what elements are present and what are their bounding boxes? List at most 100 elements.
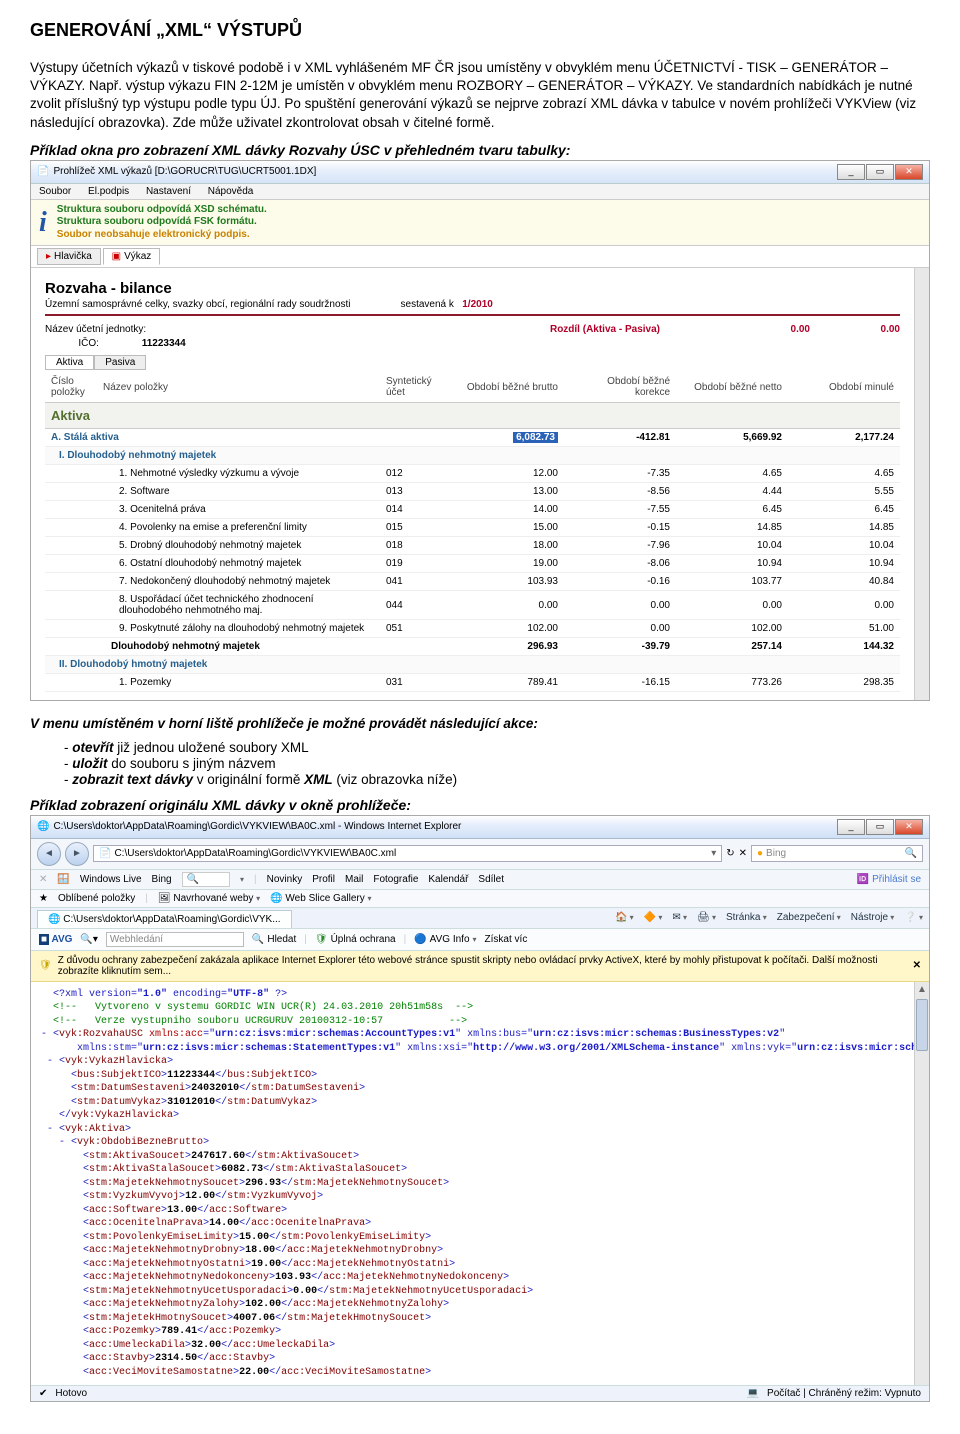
menu-elpodpis[interactable]: El.podpis [88,186,129,197]
safety-menu[interactable]: Zabezpečení [777,912,841,923]
tb-profil[interactable]: Profil [312,874,335,885]
col-brutto: Období běžné brutto [452,372,564,403]
minimize-button[interactable]: _ [837,164,865,180]
vyk-subtabs: ▸Hlavička ▣Výkaz [31,246,929,268]
actions-intro: V menu umístěném v horní liště prohlížeč… [30,715,930,733]
stop-button[interactable]: ✕ [739,848,747,859]
close-toolbar-icon[interactable]: ✕ [39,874,47,885]
avg-hledat[interactable]: 🔍 Hledat [252,934,296,945]
rozdil-value-2: 0.00 [810,324,900,335]
web-slice-gallery[interactable]: 🌐 Web Slice Gallery [270,893,371,904]
menu-nastaveni[interactable]: Nastavení [146,186,191,197]
status-done-icon: ✔ [39,1388,47,1399]
actions-list: otevřít již jednou uložené soubory XML u… [30,740,930,787]
tab-vykaz[interactable]: ▣Výkaz [103,248,161,265]
page-heading: GENEROVÁNÍ „XML“ VÝSTUPŮ [30,20,930,41]
sheet-date: 1/2010 [462,299,493,310]
tools-menu[interactable]: Nástroje [851,912,895,923]
ie-tab-row: 🌐 C:\Users\doktor\AppData\Roaming\Gordic… [31,908,929,929]
vykview-window: 📄 Prohlížeč XML výkazů [D:\GORUCR\TUG\UC… [30,160,930,702]
browser-tab[interactable]: 🌐 C:\Users\doktor\AppData\Roaming\Gordic… [37,910,292,928]
menu-napoveda[interactable]: Nápověda [208,186,254,197]
vyk-menubar: Soubor El.podpis Nastavení Nápověda [31,184,929,200]
table-row: 6. Ostatní dlouhodobý nehmotný majetek01… [45,555,900,573]
warning-text: Z důvodu ochrany zabezpečení zakázala ap… [58,955,907,977]
action-save: uložit do souboru s jiným názvem [64,756,930,771]
avg-search-input[interactable]: Webhledání [106,932,244,947]
back-button[interactable]: ◄ [37,842,61,866]
menu-soubor[interactable]: Soubor [39,186,71,197]
close-button[interactable]: ✕ [895,164,923,180]
bing-icon: ● [757,848,763,859]
group-a-korekce: -412.81 [564,429,676,447]
live-search-dropdown[interactable] [240,874,244,885]
avg-ochrana[interactable]: 🛡 Úplná ochrana [315,934,396,945]
rozdil-label: Rozdíl (Aktiva - Pasiva) [550,324,660,335]
col-cislo: Číslo položky [45,372,97,403]
col-synt: Syntetický účet [380,372,452,403]
search-icon[interactable]: 🔍 [905,848,917,859]
divider [45,314,900,316]
ie-minimize-button[interactable]: _ [837,819,865,835]
vyk-scrollbar[interactable] [914,268,929,700]
group-a-netto: 5,669.92 [676,429,788,447]
page-menu[interactable]: Stránka [726,912,767,923]
avg-ziskat[interactable]: Získat víc [485,934,528,945]
example1-subtitle: Příklad okna pro zobrazení XML dávky Roz… [30,142,930,158]
col-netto: Období běžné netto [676,372,788,403]
table-row: 3. Ocenitelná práva01414.00-7.556.456.45 [45,501,900,519]
sum-row: Dlouhodobý nehmotný majetek296.93-39.792… [45,638,900,656]
vyk-titlebar: 📄 Prohlížeč XML výkazů [D:\GORUCR\TUG\UC… [31,161,929,184]
tb-sdilet[interactable]: Sdílet [478,874,504,885]
maximize-button[interactable]: ▭ [866,164,894,180]
status-zone-icon: 💻 [747,1388,759,1399]
avg-search-icon: 🔍▾ [80,934,97,945]
windows-live-link[interactable]: Windows Live [80,874,142,885]
shield-icon: 🛡 [39,960,52,971]
sheet-title: Rozvaha - bilance [45,280,900,297]
vyk-window-title: Prohlížeč XML výkazů [D:\GORUCR\TUG\UCRT… [53,166,316,177]
refresh-button[interactable]: ↻ [726,848,734,859]
tb-fotografie[interactable]: Fotografie [373,874,418,885]
tab-aktiva[interactable]: Aktiva [45,355,94,370]
bing-link[interactable]: Bing [152,874,172,885]
search-input[interactable]: ● Bing 🔍 [751,845,923,862]
tb-mail[interactable]: Mail [345,874,363,885]
help-button[interactable]: ❔ [904,912,923,923]
ie-window-title: C:\Users\doktor\AppData\Roaming\Gordic\V… [53,821,461,832]
feeds-button[interactable]: 🔶 [644,912,663,923]
tb-novinky[interactable]: Novinky [267,874,303,885]
status-hotovo: Hotovo [55,1388,87,1399]
ie-address-bar: ◄ ► 📄 C:\Users\doktor\AppData\Roaming\Go… [31,839,929,870]
ie-scrollbar[interactable]: ▲ [914,982,929,1386]
ie-maximize-button[interactable]: ▭ [866,819,894,835]
col-minule: Období minulé [788,372,900,403]
subgroup-2: II. Dlouhodobý hmotný majetek [45,656,900,674]
dropdown-icon[interactable]: ▾ [711,848,716,859]
favorites-label[interactable]: Oblíbené položky [58,893,135,904]
tab-hlavicka[interactable]: ▸Hlavička [37,248,101,265]
live-search[interactable]: 🔍 [182,872,230,887]
signin-link[interactable]: 🆔 Přihlásit se [857,874,921,885]
forward-button[interactable]: ► [65,842,89,866]
tab-pasiva[interactable]: Pasiva [94,355,146,370]
ie-close-button[interactable]: ✕ [895,819,923,835]
table-row: 1. Pozemky031789.41-16.15773.26298.35 [45,674,900,692]
file-icon: 📄 [99,848,111,859]
ie-window: 🌐 C:\Users\doktor\AppData\Roaming\Gordic… [30,815,930,1403]
warning-close-icon[interactable]: ✕ [913,960,921,971]
mail-button[interactable]: ✉ [672,912,687,923]
tb-kalendar[interactable]: Kalendář [428,874,468,885]
info-line-fsk: Struktura souboru odpovídá FSK formátu. [57,216,267,229]
avg-info[interactable]: 🔵 AVG Info [414,934,476,945]
activex-warning[interactable]: 🛡 Z důvodu ochrany zabezpečení zakázala … [31,951,929,982]
favorites-star-icon[interactable]: ★ [39,893,48,904]
avg-toolbar: ■ AVG 🔍▾ Webhledání 🔍 Hledat | 🛡 Úplná o… [31,929,929,951]
print-button[interactable]: 🖨 [697,912,716,923]
url-input[interactable]: 📄 C:\Users\doktor\AppData\Roaming\Gordic… [93,845,722,862]
home-button[interactable]: 🏠 [615,912,634,923]
table-row: 5. Drobný dlouhodobý nehmotný majetek018… [45,537,900,555]
suggested-sites[interactable]: 🖼 Navrhované weby [158,893,260,904]
sheet-subtitle: Územní samosprávné celky, svazky obcí, r… [45,299,900,310]
table-row: 1. Nehmotné výsledky výzkumu a vývoje012… [45,465,900,483]
